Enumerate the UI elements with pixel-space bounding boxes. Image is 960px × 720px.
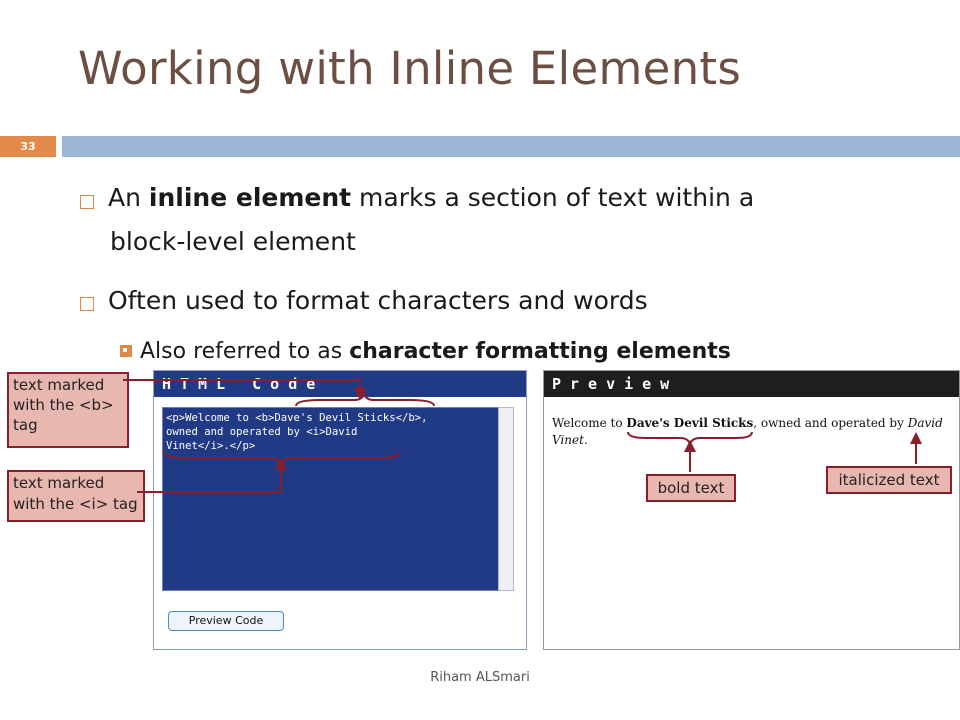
slide-number: 33	[0, 136, 56, 157]
bullet-1-pre: An	[108, 183, 149, 212]
html-code-panel: HTML Code <p>Welcome to <b>Dave's Devil …	[153, 370, 527, 650]
preview-panel-header: Preview	[544, 371, 959, 397]
bullet-1-line2: block-level element	[110, 227, 356, 256]
callout-bold-tag: text marked with the <b> tag	[7, 372, 129, 448]
callout-italic-tag: text marked with the <i> tag	[7, 470, 145, 522]
sub-bullet-bold: character formatting elements	[349, 339, 731, 364]
code-scrollbar[interactable]	[498, 407, 514, 591]
slide-footer: Riham ALSmari	[430, 670, 530, 685]
sub-bullet-pre: Also referred to as	[140, 339, 350, 364]
code-panel-header: HTML Code	[154, 371, 526, 397]
preview-text-pre: Welcome to	[552, 416, 627, 430]
preview-code-button[interactable]: Preview Code	[168, 611, 284, 631]
code-text: <p>Welcome to <b>Dave's Devil Sticks</b>…	[166, 412, 428, 452]
hollow-square-bullet-icon	[80, 297, 94, 311]
code-textarea[interactable]: <p>Welcome to <b>Dave's Devil Sticks</b>…	[162, 407, 499, 591]
bullet-1: An inline element marks a section of tex…	[108, 178, 754, 218]
title-divider-bar	[62, 136, 960, 157]
preview-text-post: .	[583, 433, 588, 447]
bullet-2: Often used to format characters and word…	[108, 286, 648, 315]
filled-square-subbullet-icon	[120, 345, 132, 357]
sub-bullet: Also referred to as character formatting…	[140, 332, 731, 372]
slide-title: Working with Inline Elements	[78, 42, 742, 95]
preview-text-bold: Dave's Devil Sticks	[626, 416, 754, 430]
preview-text-mid: , owned and operated by	[753, 416, 908, 430]
bullet-1-bold: inline element	[148, 183, 352, 212]
bullet-1-post: marks a section of text within a	[351, 183, 755, 212]
callout-italic-text: italicized text	[826, 466, 952, 494]
preview-panel: Preview Welcome to Dave's Devil Sticks, …	[543, 370, 960, 650]
callout-bold-text: bold text	[646, 474, 736, 502]
preview-text: Welcome to Dave's Devil Sticks, owned an…	[552, 415, 947, 449]
hollow-square-bullet-icon	[80, 195, 94, 209]
